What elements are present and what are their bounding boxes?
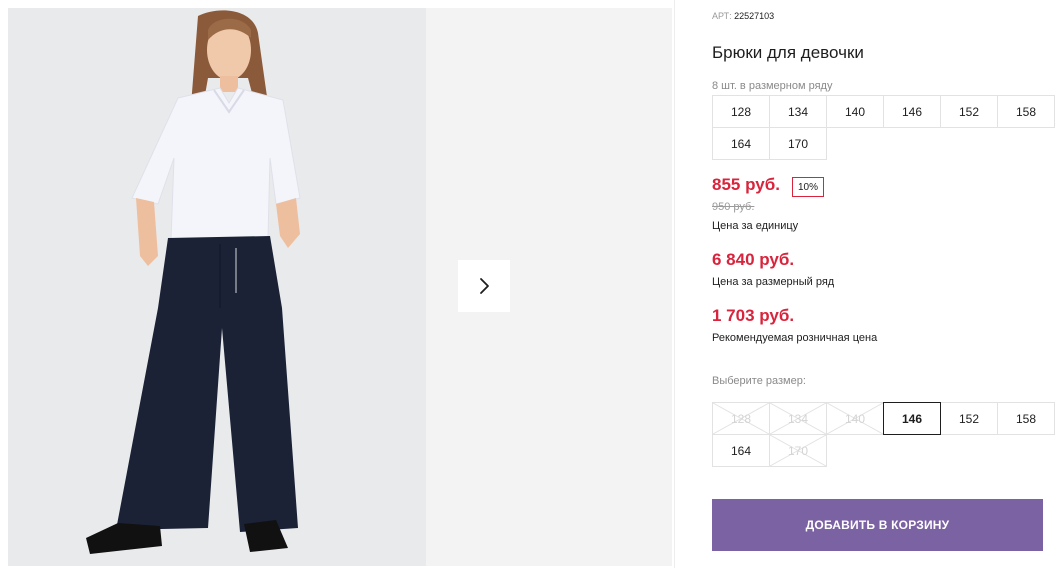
size-picker-grid: 128 134 140 146 152 158 164 170 bbox=[712, 402, 1055, 467]
sku-label: АРТ: bbox=[712, 11, 732, 21]
old-price: 950 руб. bbox=[712, 201, 755, 213]
size-range-cell: 170 bbox=[769, 127, 827, 160]
size-option-label: 152 bbox=[958, 411, 980, 426]
size-range-cell: 134 bbox=[769, 95, 827, 128]
size-range-cell: 146 bbox=[883, 95, 941, 128]
sku-value: 22527103 bbox=[734, 11, 775, 21]
size-option-unavailable: 128 bbox=[712, 402, 770, 435]
retail-price-caption: Рекомендуемая розничная цена bbox=[712, 332, 878, 344]
discount-badge: 10% bbox=[792, 177, 825, 197]
size-range-cell: 158 bbox=[997, 95, 1055, 128]
size-option-label: 170 bbox=[787, 443, 809, 458]
unit-price-caption: Цена за единицу bbox=[712, 220, 799, 232]
choose-size-caption: Выберите размер: bbox=[712, 375, 806, 387]
size-range-cell: 164 bbox=[712, 127, 770, 160]
size-range-caption: 8 шт. в размерном ряду bbox=[712, 80, 833, 92]
next-photo-button[interactable] bbox=[458, 260, 510, 312]
product-gallery bbox=[8, 8, 672, 566]
size-option-selected[interactable]: 146 bbox=[883, 402, 941, 435]
range-price-caption: Цена за размерный ряд bbox=[712, 276, 835, 288]
size-option[interactable]: 152 bbox=[940, 402, 998, 435]
product-photo[interactable] bbox=[8, 8, 426, 566]
unit-price: 855 руб. bbox=[712, 175, 780, 194]
product-title: Брюки для девочки bbox=[712, 43, 864, 62]
size-option-label: 146 bbox=[901, 411, 923, 426]
size-option-unavailable: 140 bbox=[826, 402, 884, 435]
size-option-label: 128 bbox=[730, 411, 752, 426]
size-range-cell: 128 bbox=[712, 95, 770, 128]
chevron-right-icon bbox=[480, 278, 489, 294]
size-option[interactable]: 164 bbox=[712, 434, 770, 467]
size-option-label: 158 bbox=[1015, 411, 1037, 426]
size-option-label: 140 bbox=[844, 411, 866, 426]
size-range-cell: 152 bbox=[940, 95, 998, 128]
add-to-cart-button[interactable]: ДОБАВИТЬ В КОРЗИНУ bbox=[712, 499, 1043, 551]
size-range-grid: 128 134 140 146 152 158 164 170 bbox=[712, 95, 1055, 160]
size-option-label: 134 bbox=[787, 411, 809, 426]
sku: АРТ: 22527103 bbox=[712, 11, 774, 21]
size-option-label: 164 bbox=[730, 443, 752, 458]
retail-price: 1 703 руб. bbox=[712, 306, 795, 325]
size-option-unavailable: 134 bbox=[769, 402, 827, 435]
range-price: 6 840 руб. bbox=[712, 250, 795, 269]
panel-divider bbox=[674, 0, 675, 568]
size-range-cell: 140 bbox=[826, 95, 884, 128]
size-option-unavailable: 170 bbox=[769, 434, 827, 467]
size-option[interactable]: 158 bbox=[997, 402, 1055, 435]
